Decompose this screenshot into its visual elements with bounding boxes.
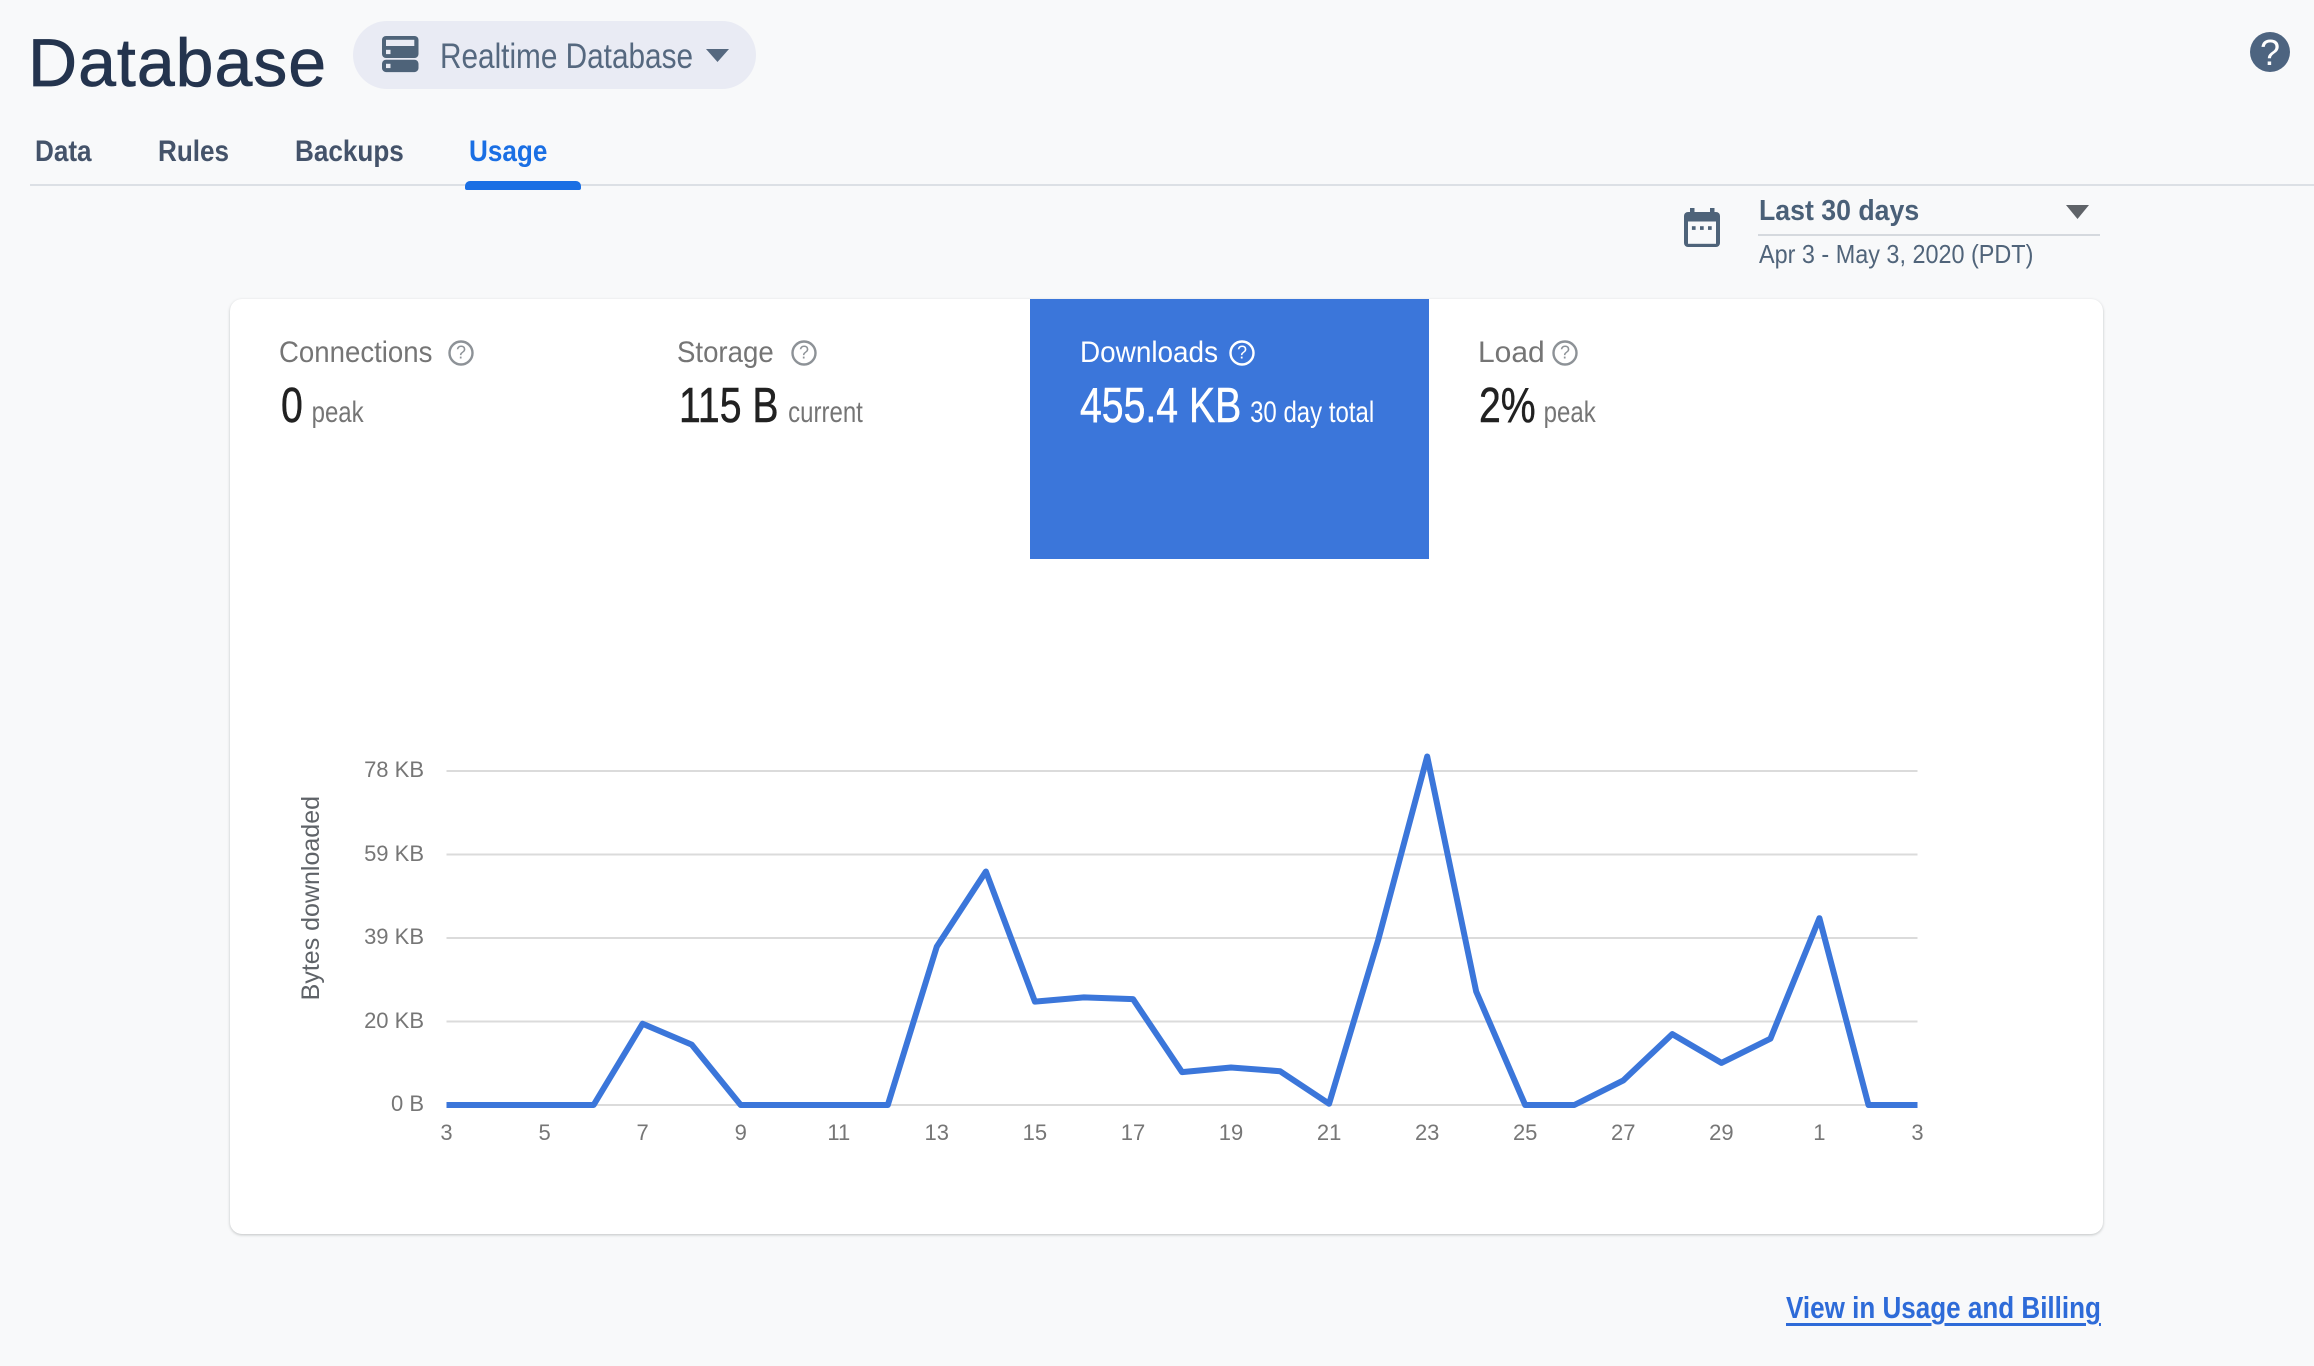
svg-text:?: ? xyxy=(1560,343,1570,363)
svg-text:?: ? xyxy=(456,343,466,363)
svg-text:?: ? xyxy=(1237,343,1247,363)
svg-text:?: ? xyxy=(799,343,809,363)
